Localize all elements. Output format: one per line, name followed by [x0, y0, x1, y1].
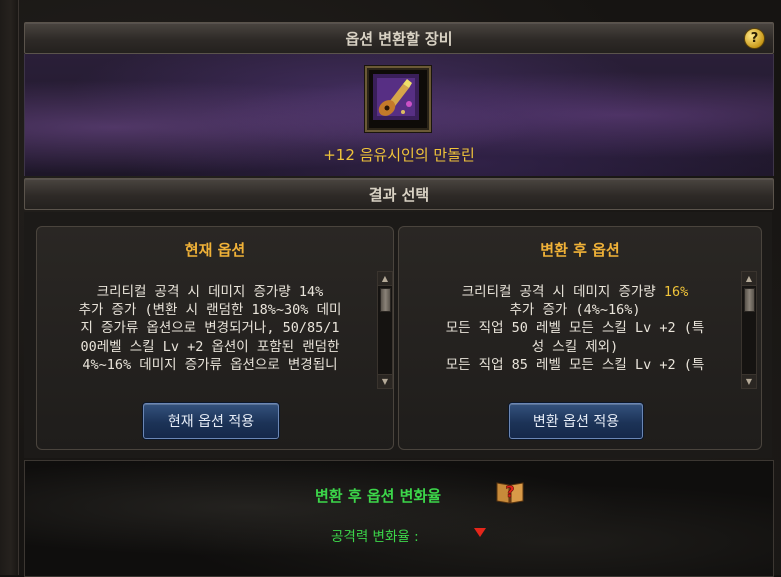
scroll-down-icon[interactable]: ▼: [378, 374, 392, 388]
change-rate-title: 변환 후 옵션 변화율: [315, 487, 442, 505]
current-option-panel: 현재 옵션 크리티컬 공격 시 데미지 증가량 14% 추가 증가 (변환 시 …: [36, 226, 394, 450]
change-rate-panel: 변환 후 옵션 변화율 ? 공격력 변화율 :: [24, 460, 774, 577]
new-option-scrollbar[interactable]: ▲ ▼: [741, 271, 757, 389]
scroll-thumb[interactable]: [744, 288, 755, 312]
new-option-panel: 변환 후 옵션 크리티컬 공격 시 데미지 증가량 16% 추가 증가 (4%~…: [398, 226, 762, 450]
scroll-thumb[interactable]: [380, 288, 391, 312]
book-question-icon[interactable]: ?: [495, 479, 525, 505]
apply-new-option-button[interactable]: 변환 옵션 적용: [509, 403, 643, 439]
new-option-text-box: 크리티컬 공격 시 데미지 증가량 16% 추가 증가 (4%~16%) 모든 …: [407, 271, 743, 385]
mandolin-icon: [373, 74, 419, 120]
option-line: 크리티컬 공격 시 데미지 증가량 14%: [96, 284, 324, 300]
current-option-scrollbar[interactable]: ▲ ▼: [377, 271, 393, 389]
svg-text:?: ?: [505, 482, 514, 501]
new-option-title: 변환 후 옵션: [540, 241, 620, 259]
apply-current-option-button[interactable]: 현재 옵션 적용: [143, 403, 279, 439]
option-line: 추가 증가 (4%~16%): [509, 302, 641, 319]
option-line: 00레벨 스킬 Lv +2 옵션이 포함된 랜덤한: [80, 338, 340, 355]
scroll-up-icon[interactable]: ▲: [378, 272, 392, 286]
current-option-title: 현재 옵션: [184, 241, 246, 259]
attack-change-rate-label: 공격력 변화율 :: [331, 529, 419, 545]
scroll-down-icon[interactable]: ▼: [742, 374, 756, 388]
equipment-panel: +12 음유시인의 만돌린: [24, 54, 774, 176]
scroll-up-icon[interactable]: ▲: [742, 272, 756, 286]
option-line: 4%~16% 데미지 증가류 옵션으로 변경됩니: [82, 356, 338, 373]
option-line: 모든 직업 50 레벨 모든 스킬 Lv +2 (특: [445, 320, 705, 337]
option-line: 지 증가류 옵션으로 변경되거나, 50/85/1: [80, 320, 340, 337]
equipment-header-title: 옵션 변환할 장비: [345, 29, 453, 48]
option-line-prefix: 크리티컬 공격 시 데미지 증가량: [461, 284, 664, 300]
item-name: +12 음유시인의 만돌린: [323, 146, 475, 164]
help-icon[interactable]: ?: [744, 28, 765, 49]
new-option-text: 크리티컬 공격 시 데미지 증가량 16% 추가 증가 (4%~16%) 모든 …: [407, 271, 743, 374]
left-border-strip: [0, 0, 19, 575]
option-line: 추가 증가 (변환 시 랜덤한 18%~30% 데미: [78, 302, 342, 319]
option-line: 크리티컬 공격 시 데미지 증가량 16%: [407, 283, 743, 301]
option-highlight-value: 16%: [663, 284, 689, 300]
result-header: 결과 선택: [24, 178, 774, 210]
down-arrow-icon: [474, 528, 486, 537]
help-icon-label: ?: [750, 31, 759, 46]
current-option-text: 크리티컬 공격 시 데미지 증가량 14% 추가 증가 (변환 시 랜덤한 18…: [45, 271, 375, 374]
current-option-text-box: 크리티컬 공격 시 데미지 증가량 14% 추가 증가 (변환 시 랜덤한 18…: [45, 271, 375, 385]
equipment-header: 옵션 변환할 장비 ?: [24, 22, 774, 54]
option-line: 모든 직업 85 레벨 모든 스킬 Lv +2 (특: [445, 356, 705, 373]
item-slot[interactable]: [365, 66, 431, 132]
result-header-title: 결과 선택: [368, 185, 430, 204]
option-line: 성 스킬 제외): [531, 338, 619, 355]
